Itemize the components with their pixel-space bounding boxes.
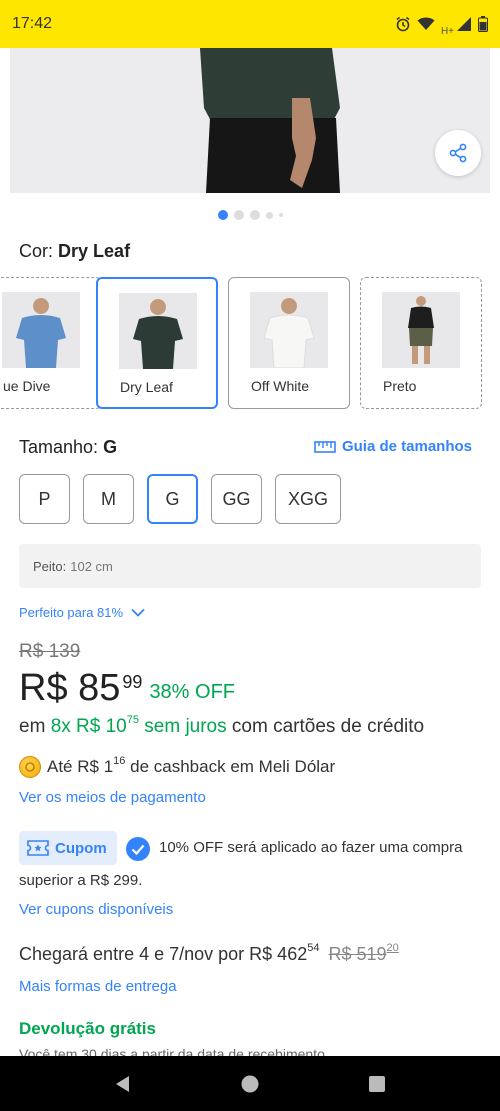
free-return-text: Você tem 30 dias a partir da data de rec… — [19, 1046, 329, 1056]
measure-label: Peito: — [33, 558, 67, 574]
installments-prefix: em — [19, 716, 46, 737]
installments-plan-cents: 75 — [126, 714, 139, 726]
cashback-prefix: Até R$ 1 — [47, 757, 114, 776]
size-guide-link[interactable]: Guia de tamanhos — [314, 438, 472, 455]
free-return-title: Devolução grátis — [19, 1019, 156, 1038]
size-option-m[interactable]: M — [83, 474, 134, 524]
status-bar: 17:42 H+ — [0, 0, 500, 48]
delivery-price: R$ 46254 — [249, 942, 320, 964]
installments-info: em 8x R$ 1075 sem juros com cartões de c… — [19, 714, 425, 738]
size-label-prefix: Tamanho: — [19, 437, 99, 457]
cashback-suffix: de cashback em Meli Dólar — [130, 757, 336, 776]
battery-icon — [478, 16, 488, 32]
more-delivery-options-link[interactable]: Mais formas de entrega — [19, 978, 177, 995]
status-time: 17:42 — [12, 15, 53, 32]
installments-suffix: com cartões de crédito — [231, 716, 425, 737]
meli-dollar-coin-icon — [19, 756, 41, 778]
delivery-old-price-main: R$ 519 — [328, 944, 387, 964]
swatch-thumbnail — [2, 292, 80, 368]
delivery-prefix: Chegará entre 4 e 7/nov por — [19, 944, 245, 964]
cashback-cents: 16 — [113, 755, 126, 767]
color-label: Cor: Dry Leaf — [19, 241, 130, 262]
carousel-dot-active[interactable] — [217, 210, 228, 220]
carousel-dot[interactable] — [265, 211, 273, 219]
size-label: Tamanho: G — [19, 437, 117, 458]
ruler-icon — [314, 440, 336, 453]
status-icons: H+ — [395, 12, 488, 37]
delivery-old-price-cents: 20 — [386, 942, 399, 954]
swatch-blue-dive[interactable]: ue Dive — [0, 277, 102, 409]
home-icon[interactable] — [240, 1074, 260, 1094]
swatch-dry-leaf[interactable]: Dry Leaf — [96, 277, 218, 409]
size-measure-box: Peito: 102 cm — [19, 544, 481, 588]
system-navigation-bar — [0, 1056, 500, 1111]
size-option-gg[interactable]: GG — [211, 474, 262, 524]
payment-methods-link[interactable]: Ver os meios de pagamento — [19, 789, 206, 806]
network-type-label: H+ — [440, 25, 454, 37]
coupon-description-line1: 10% OFF será aplicado ao fazer uma compr… — [159, 839, 463, 856]
back-icon[interactable] — [113, 1074, 133, 1094]
checkmark-icon — [126, 837, 150, 861]
recents-icon[interactable] — [367, 1074, 387, 1094]
swatch-label: Dry Leaf — [120, 379, 173, 395]
fit-label: Perfeito para 81% — [19, 605, 124, 620]
size-option-p[interactable]: P — [19, 474, 70, 524]
swatch-thumbnail — [382, 292, 460, 368]
alarm-icon — [396, 16, 410, 32]
size-option-g[interactable]: G — [147, 474, 198, 524]
view-coupons-link[interactable]: Ver cupons disponíveis — [19, 901, 173, 918]
size-options: P M G GG XGG — [19, 474, 341, 524]
wifi-icon — [417, 17, 435, 30]
signal-icon — [457, 17, 471, 31]
fit-dropdown[interactable]: Perfeito para 81% — [19, 605, 145, 620]
cashback-text: Até R$ 116 de cashback em Meli Dólar — [47, 755, 336, 777]
installments-plan-amount: 8x R$ 10 — [50, 716, 127, 737]
color-label-prefix: Cor: — [19, 241, 54, 261]
installments-no-interest: sem juros — [144, 716, 227, 737]
carousel-dot[interactable] — [233, 210, 244, 220]
free-return-text-clipped: Você tem 30 dias a partir da data de rec… — [19, 1044, 479, 1056]
share-button[interactable] — [435, 130, 481, 176]
delivery-price-main: R$ 462 — [249, 944, 308, 964]
measure-value: 102 cm — [70, 558, 113, 574]
carousel-dot[interactable] — [249, 210, 260, 220]
ticket-icon — [27, 840, 49, 856]
installments-plan: 8x R$ 1075 sem juros — [50, 714, 227, 737]
swatch-label: Off White — [251, 378, 310, 394]
delivery-info: Chegará entre 4 e 7/nov por R$ 46254 R$ … — [19, 942, 399, 965]
swatch-off-white[interactable]: Off White — [228, 277, 350, 409]
product-photo — [10, 48, 490, 193]
coupon-badge-label: Cupom — [55, 839, 107, 857]
price-cents: 99 — [122, 672, 143, 692]
share-icon — [449, 143, 467, 163]
coupon-description-line2: superior a R$ 299. — [19, 872, 143, 889]
swatch-label: Preto — [383, 378, 417, 394]
color-selected-value: Dry Leaf — [58, 241, 131, 261]
carousel-dot[interactable] — [278, 213, 283, 217]
price-main: R$ 85 — [19, 667, 121, 709]
delivery-price-cents: 54 — [307, 942, 320, 954]
chevron-down-icon — [131, 608, 145, 617]
current-price: R$ 85 99 38% OFF — [19, 668, 235, 708]
coupon-badge[interactable]: Cupom — [19, 831, 117, 865]
size-option-xgg[interactable]: XGG — [275, 474, 341, 524]
carousel-indicator[interactable] — [0, 210, 500, 220]
cashback-info: Até R$ 116 de cashback em Meli Dólar — [19, 755, 336, 778]
discount-label: 38% OFF — [149, 681, 236, 703]
product-image[interactable] — [10, 48, 490, 193]
delivery-old-price: R$ 51920 — [328, 942, 399, 964]
swatch-preto[interactable]: Preto — [360, 277, 482, 409]
original-price: R$ 139 — [19, 641, 81, 662]
size-guide-label: Guia de tamanhos — [341, 438, 472, 455]
swatch-label: ue Dive — [3, 378, 51, 394]
color-swatches: ue Dive Dry Leaf Off White Preto — [0, 277, 500, 409]
swatch-thumbnail — [119, 293, 197, 369]
swatch-thumbnail — [250, 292, 328, 369]
size-selected-value: G — [103, 437, 118, 457]
